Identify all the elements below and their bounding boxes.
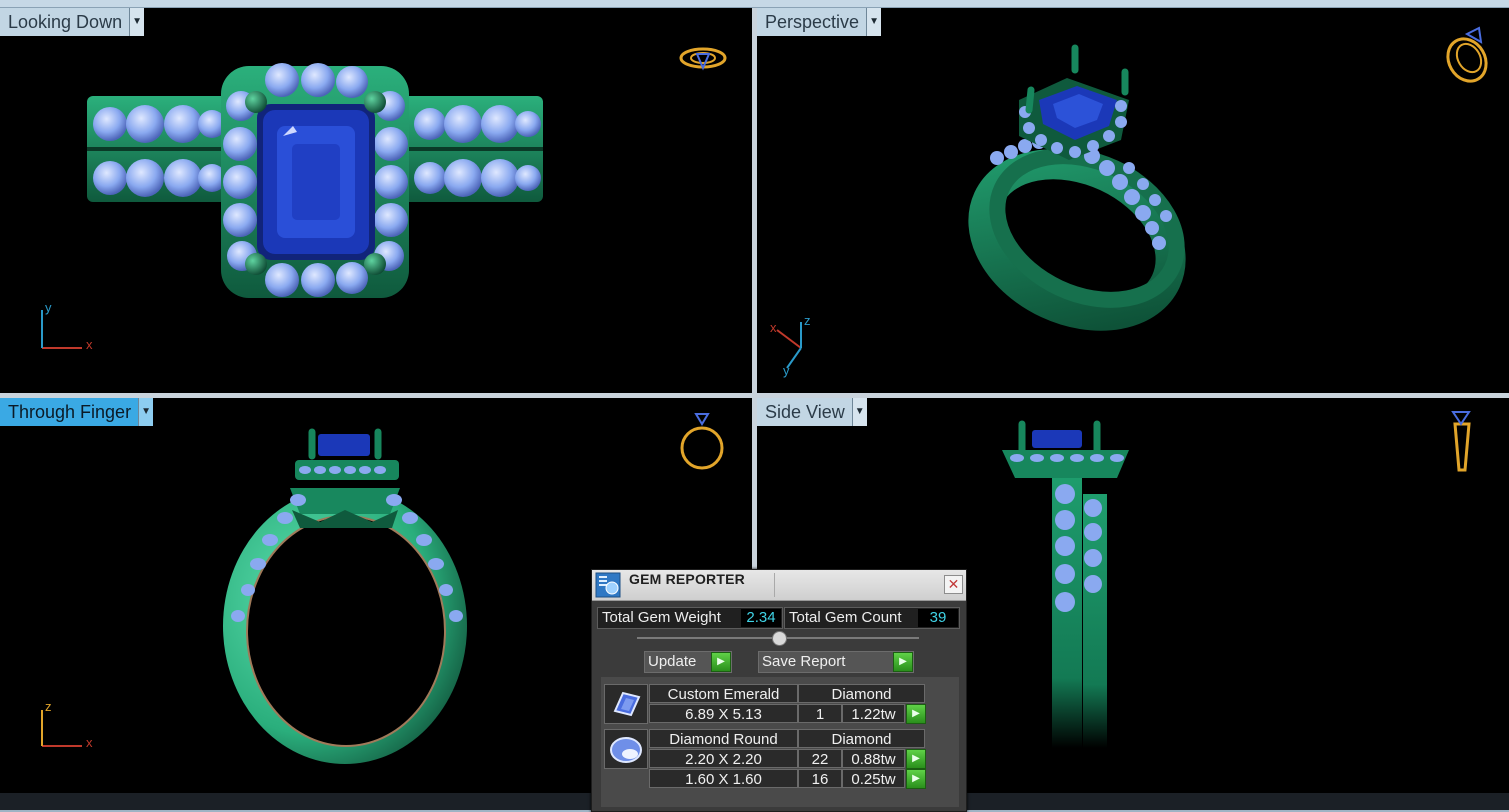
gem-weight-cell: 0.25tw xyxy=(842,769,905,788)
viewport-label-text: Perspective xyxy=(765,12,860,32)
play-arrow-icon[interactable]: ▶ xyxy=(893,652,913,672)
save-report-button-label: Save Report xyxy=(762,653,846,670)
viewport-perspective[interactable]: x z y Perspective ▼ xyxy=(757,8,1509,393)
viewport-label-text: Looking Down xyxy=(8,12,123,32)
viewport-label-text: Through Finger xyxy=(8,402,132,422)
emerald-cut-gem-icon xyxy=(604,684,648,724)
gem-shape-cell: Custom Emerald xyxy=(649,684,798,703)
chevron-down-icon[interactable]: ▼ xyxy=(866,8,882,36)
play-arrow-icon[interactable]: ▶ xyxy=(906,769,926,789)
gem-shape-cell: Diamond Round xyxy=(649,729,798,748)
gem-weight-cell: 1.22tw xyxy=(842,704,905,723)
viewport-label-side-view[interactable]: Side View ▼ xyxy=(757,398,867,426)
play-arrow-icon[interactable]: ▶ xyxy=(906,749,926,769)
axis-x-label: x xyxy=(86,735,93,750)
gem-material-cell: Diamond xyxy=(798,684,925,703)
chevron-down-icon[interactable]: ▼ xyxy=(138,398,154,426)
axis-triad-xyz xyxy=(776,322,802,369)
title-divider xyxy=(774,573,775,597)
total-gem-weight-label: Total Gem Weight xyxy=(602,609,721,626)
gem-reporter-titlebar[interactable]: GEM REPORTER ✕ xyxy=(592,570,966,601)
gem-weight-cell: 0.88tw xyxy=(842,749,905,768)
axis-triad-xy xyxy=(41,310,82,349)
axis-x-label: x xyxy=(86,337,93,352)
total-gem-weight-field: Total Gem Weight 2.34 xyxy=(597,607,783,629)
gem-table: Custom Emerald Diamond 6.89 X 5.13 1 1.2… xyxy=(601,677,959,807)
gem-size-cell: 2.20 X 2.20 xyxy=(649,749,798,768)
total-gem-count-value: 39 xyxy=(918,609,958,627)
gem-size-cell: 6.89 X 5.13 xyxy=(649,704,798,723)
close-icon[interactable]: ✕ xyxy=(944,575,963,594)
gem-reporter-icon xyxy=(595,572,621,598)
axis-y-label: y xyxy=(783,363,790,378)
round-gem-icon xyxy=(604,729,648,769)
total-gem-count-label: Total Gem Count xyxy=(789,609,902,626)
gem-count-cell: 1 xyxy=(798,704,842,723)
gem-size-cell: 1.60 X 1.60 xyxy=(649,769,798,788)
viewport-label-text: Side View xyxy=(765,402,845,422)
chevron-down-icon[interactable]: ▼ xyxy=(129,8,145,36)
axis-x-label: x xyxy=(770,320,777,335)
update-button[interactable]: Update ▶ xyxy=(644,651,732,673)
viewport-label-perspective[interactable]: Perspective ▼ xyxy=(757,8,882,36)
gem-material-cell: Diamond xyxy=(798,729,925,748)
panel-resize-handle[interactable] xyxy=(772,631,787,646)
gem-count-cell: 22 xyxy=(798,749,842,768)
axis-y-label: y xyxy=(45,300,52,315)
total-gem-weight-value: 2.34 xyxy=(741,609,781,627)
total-gem-count-field: Total Gem Count 39 xyxy=(784,607,960,629)
viewport-label-looking-down[interactable]: Looking Down ▼ xyxy=(0,8,145,36)
chevron-down-icon[interactable]: ▼ xyxy=(851,398,867,426)
play-arrow-icon[interactable]: ▶ xyxy=(906,704,926,724)
panel-title: GEM REPORTER xyxy=(629,571,745,587)
axis-z-label: z xyxy=(45,699,52,714)
gem-reporter-panel[interactable]: GEM REPORTER ✕ Total Gem Weight 2.34 Tot… xyxy=(591,569,967,812)
save-report-button[interactable]: Save Report ▶ xyxy=(758,651,914,673)
update-button-label: Update xyxy=(648,653,697,670)
play-arrow-icon[interactable]: ▶ xyxy=(711,652,731,672)
viewport-label-through-finger[interactable]: Through Finger ▼ xyxy=(0,398,154,426)
viewport-looking-down[interactable]: x y Looking Down ▼ xyxy=(0,8,752,393)
viewport-splitter-horizontal[interactable] xyxy=(0,393,1509,398)
axis-z-label: z xyxy=(804,313,811,328)
top-strip xyxy=(0,0,1509,8)
gem-count-cell: 16 xyxy=(798,769,842,788)
